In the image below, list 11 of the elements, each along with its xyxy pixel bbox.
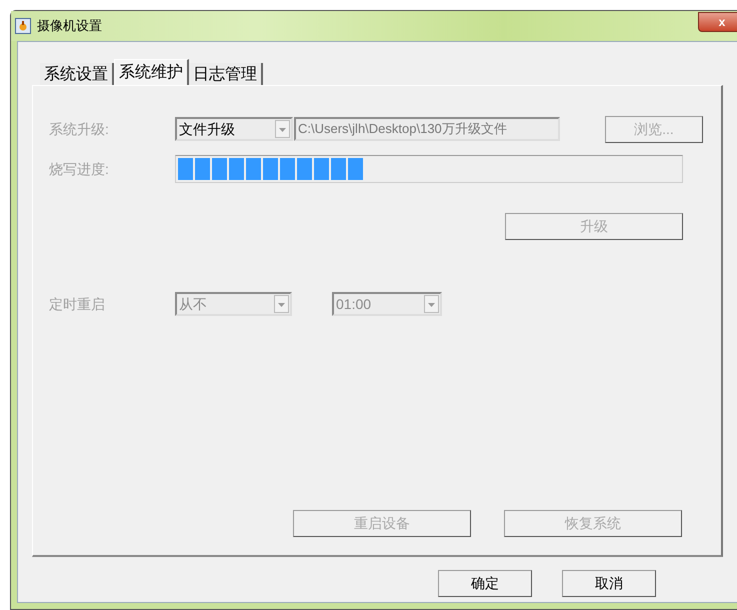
window-title: 摄像机设置 — [37, 17, 102, 36]
field-label: 烧写进度: — [49, 160, 110, 178]
field-label: 系统升级: — [49, 120, 110, 138]
tab[interactable]: 系统维护 — [114, 59, 189, 85]
dialog-button[interactable]: 取消 — [562, 570, 656, 597]
tab[interactable]: 系统设置 — [40, 63, 114, 85]
field-label: 定时重启 — [49, 294, 106, 314]
tab[interactable]: 日志管理 — [189, 63, 263, 85]
camera-app-icon — [15, 18, 31, 34]
close-button[interactable]: x — [698, 12, 737, 32]
dialog-button[interactable]: 确定 — [438, 570, 532, 597]
